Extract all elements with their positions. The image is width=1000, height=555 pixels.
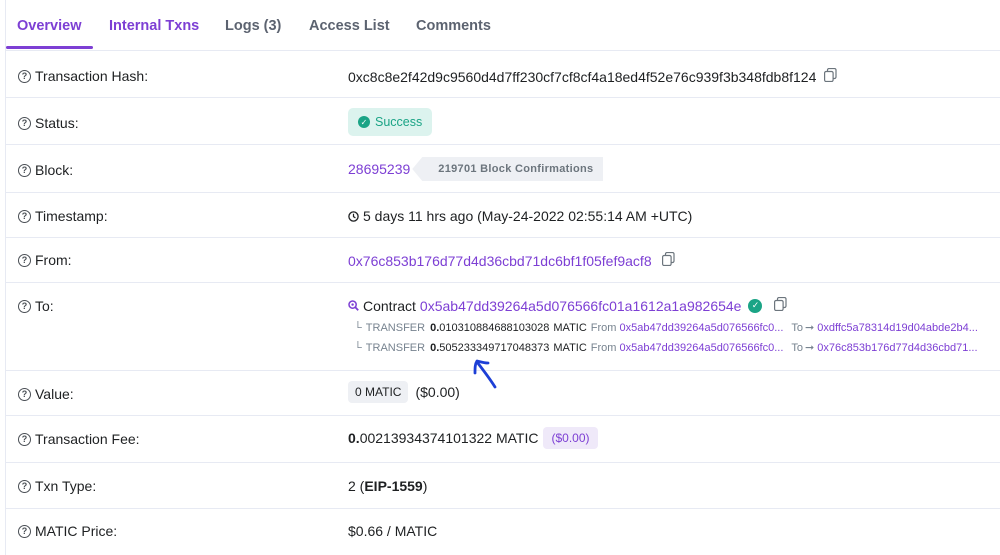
active-tab-indicator <box>6 46 93 49</box>
help-icon[interactable]: ? <box>18 387 31 401</box>
copy-icon[interactable] <box>824 67 837 85</box>
tab-access-list[interactable]: Access List <box>309 18 390 34</box>
internal-transfer-row: └ TRANSFER 0.505233349717048373 MATIC Fr… <box>354 341 978 355</box>
row-value: ? Value: 0 MATIC ($0.00) <box>6 371 1000 416</box>
help-icon[interactable]: ? <box>18 432 31 446</box>
transfer-from-link[interactable]: 0x5ab47dd39264a5d076566fc0... <box>619 342 783 354</box>
label-status: ? Status: <box>18 115 79 131</box>
row-status: ? Status: ✓ Success <box>6 98 1000 145</box>
transfer-to-link[interactable]: 0x76c853b176d77d4d36cbd71... <box>817 342 977 354</box>
arrow-right-icon: ➞ <box>805 342 815 354</box>
help-icon[interactable]: ? <box>18 163 31 177</box>
status-badge: ✓ Success <box>348 108 433 136</box>
value-txn-type: 2 (EIP-1559) <box>348 478 428 494</box>
row-block: ? Block: 28695239 219701 Block Confirmat… <box>6 145 1000 193</box>
value-usd: ($0.00) <box>415 384 460 400</box>
tab-bar: Overview Internal Txns Logs (3) Access L… <box>6 0 1000 51</box>
row-transaction-fee: ? Transaction Fee: 0.00213934374101322 M… <box>6 416 1000 463</box>
transfer-branch-icon: └ <box>354 341 362 354</box>
transfer-amount: 0.505233349717048373 <box>430 341 550 354</box>
help-icon[interactable]: ? <box>18 524 31 538</box>
value-block: 28695239 219701 Block Confirmations <box>348 157 604 181</box>
value-matic-price: $0.66 / MATIC <box>348 523 438 539</box>
help-icon[interactable]: ? <box>18 253 31 267</box>
transaction-hash[interactable]: 0xc8c8e2f42d9c9560d4d7ff230cf7cf8cf4a18e… <box>348 69 816 85</box>
help-icon[interactable]: ? <box>18 209 31 223</box>
label-transaction-hash: ? Transaction Hash: <box>18 68 148 84</box>
value-timestamp: 5 days 11 hrs ago (May-24-2022 02:55:14 … <box>348 208 692 224</box>
transfer-branch-icon: └ <box>354 321 362 334</box>
transaction-details-panel: Overview Internal Txns Logs (3) Access L… <box>5 0 1000 555</box>
transfer-from-link[interactable]: 0x5ab47dd39264a5d076566fc0... <box>619 322 783 334</box>
label-txn-type: ? Txn Type: <box>18 478 96 494</box>
help-icon[interactable]: ? <box>18 299 31 313</box>
tab-comments[interactable]: Comments <box>416 18 491 34</box>
row-transaction-hash: ? Transaction Hash: 0xc8c8e2f42d9c9560d4… <box>6 51 1000 98</box>
copy-icon[interactable] <box>774 296 788 314</box>
row-txn-type: ? Txn Type: 2 (EIP-1559) <box>6 463 1000 509</box>
internal-transfer-row: └ TRANSFER 0.010310884688103028 MATIC Fr… <box>354 321 978 335</box>
verified-check-icon: ✓ <box>748 298 763 313</box>
row-to: ? To: Contract 0x5ab47dd39264a5d076566fc… <box>6 283 1000 371</box>
block-number-link[interactable]: 28695239 <box>348 161 410 177</box>
value-chip: 0 MATIC <box>348 381 409 403</box>
value-transaction-hash: 0xc8c8e2f42d9c9560d4d7ff230cf7cf8cf4a18e… <box>348 67 837 85</box>
copy-icon[interactable] <box>661 251 675 269</box>
row-timestamp: ? Timestamp: 5 days 11 hrs ago (May-24-2… <box>6 193 1000 238</box>
value-value: 0 MATIC ($0.00) <box>348 381 460 403</box>
contract-search-icon <box>348 300 359 311</box>
label-timestamp: ? Timestamp: <box>18 208 108 224</box>
contract-address-link[interactable]: 0x5ab47dd39264a5d076566fc01a1612a1a98265… <box>420 298 742 314</box>
value-to: Contract 0x5ab47dd39264a5d076566fc01a161… <box>348 296 788 314</box>
help-icon[interactable]: ? <box>18 69 31 83</box>
row-from: ? From: 0x76c853b176d77d4d36cbd71dc6bf1f… <box>6 238 1000 283</box>
help-icon[interactable]: ? <box>18 479 31 493</box>
arrow-right-icon: ➞ <box>805 322 815 334</box>
from-address-link[interactable]: 0x76c853b176d77d4d36cbd71dc6bf1f05fef9ac… <box>348 253 652 269</box>
value-from: 0x76c853b176d77d4d36cbd71dc6bf1f05fef9ac… <box>348 251 675 269</box>
row-matic-price: ? MATIC Price: $0.66 / MATIC <box>6 509 1000 555</box>
value-transaction-fee: 0.00213934374101322 MATIC ($0.00) <box>348 427 598 449</box>
value-status: ✓ Success <box>348 108 433 136</box>
fee-usd-chip: ($0.00) <box>543 427 598 449</box>
label-from: ? From: <box>18 252 72 268</box>
label-transaction-fee: ? Transaction Fee: <box>18 431 140 447</box>
check-circle-icon: ✓ <box>358 116 370 128</box>
transfer-to-link[interactable]: 0xdffc5a78314d19d04abde2b4... <box>817 322 978 334</box>
label-value: ? Value: <box>18 386 74 402</box>
label-matic-price: ? MATIC Price: <box>18 523 117 539</box>
transfer-amount: 0.010310884688103028 <box>430 321 550 334</box>
block-confirmations-badge: 219701 Block Confirmations <box>412 157 604 181</box>
tab-logs[interactable]: Logs (3) <box>225 18 281 34</box>
fee-amount: 0.00213934374101322 MATIC <box>348 430 539 446</box>
tab-overview[interactable]: Overview <box>17 18 82 34</box>
label-to: ? To: <box>18 298 54 314</box>
help-icon[interactable]: ? <box>18 116 31 130</box>
tab-internal-txns[interactable]: Internal Txns <box>109 18 199 34</box>
label-block: ? Block: <box>18 162 73 178</box>
contract-prefix: Contract <box>363 297 416 314</box>
clock-icon <box>348 210 359 222</box>
